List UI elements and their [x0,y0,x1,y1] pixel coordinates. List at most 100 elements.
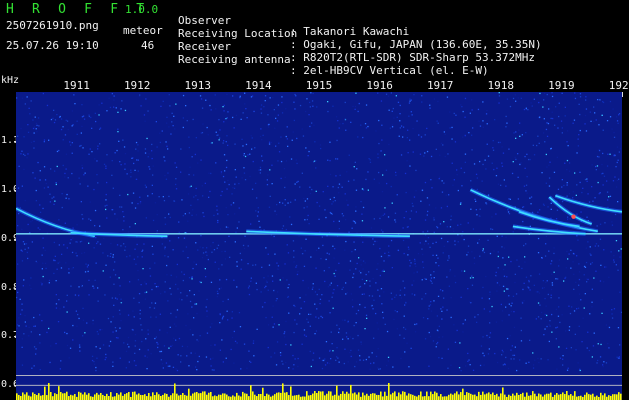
noise-pixel [95,346,97,348]
noise-pixel [347,321,349,323]
noise-pixel [487,239,489,241]
noise-pixel [324,358,326,360]
noise-pixel [402,280,404,282]
noise-pixel [22,285,24,287]
noise-pixel [43,166,46,168]
noise-pixel [329,312,331,314]
noise-pixel [252,342,255,344]
noise-pixel [608,347,610,349]
noise-pixel [455,114,457,116]
noise-pixel [277,291,279,293]
noise-pixel [217,219,219,222]
noise-pixel [352,276,354,279]
noise-pixel [454,240,456,242]
noise-pixel [489,294,491,296]
noise-pixel [240,259,243,261]
noise-pixel [312,352,315,354]
noise-pixel [305,335,307,337]
activity-bar [274,394,276,400]
noise-pixel [505,356,507,359]
noise-pixel [412,128,414,130]
noise-pixel [267,275,269,277]
noise-pixel [216,247,218,249]
noise-pixel [227,226,229,229]
noise-pixel [597,181,599,184]
noise-pixel [247,287,250,289]
noise-pixel [354,249,356,251]
noise-pixel [198,355,200,358]
noise-pixel [411,284,413,286]
app-version: 1.0.0 [125,3,159,16]
noise-pixel [600,343,602,346]
noise-pixel [245,143,248,146]
noise-pixel [210,281,213,283]
noise-pixel [136,159,138,161]
activity-bar [404,391,406,400]
noise-pixel [293,304,295,307]
activity-bar [106,393,108,400]
noise-pixel [365,314,368,316]
activity-bar [354,392,356,400]
noise-pixel [182,117,184,119]
noise-pixel [607,199,609,201]
activity-bar [574,391,576,400]
noise-pixel [565,330,567,332]
noise-pixel [123,220,125,222]
activity-bar [462,388,464,400]
noise-pixel [429,104,431,106]
noise-pixel [578,278,581,281]
noise-pixel [139,309,141,311]
noise-pixel [164,291,166,293]
noise-pixel [202,195,204,197]
noise-pixel [505,126,507,128]
noise-pixel [532,367,535,369]
noise-pixel [555,218,558,220]
noise-pixel [303,334,306,336]
activity-bar [126,393,128,400]
noise-pixel [69,242,71,244]
noise-pixel [533,364,535,366]
activity-bar [398,392,400,400]
noise-pixel [427,237,430,239]
noise-pixel [586,281,588,283]
activity-bar [548,393,550,400]
noise-pixel [410,347,412,349]
noise-pixel [449,127,451,129]
noise-pixel [525,243,527,245]
noise-pixel [391,124,393,126]
noise-pixel [325,258,327,261]
noise-pixel [105,199,107,201]
noise-pixel [360,264,362,266]
activity-bar [392,392,394,400]
noise-pixel [194,352,196,354]
noise-pixel [380,255,383,258]
noise-pixel [236,227,238,229]
noise-pixel [360,341,362,343]
noise-pixel [277,104,280,106]
noise-pixel [256,288,258,291]
noise-pixel [145,338,147,340]
activity-bar [342,391,344,400]
noise-pixel [430,274,432,276]
noise-pixel [52,117,54,120]
noise-pixel [430,179,432,181]
noise-pixel [96,357,98,359]
noise-pixel [598,149,601,152]
noise-pixel [297,271,299,273]
noise-pixel [114,327,117,329]
noise-pixel [152,219,155,222]
noise-pixel [467,245,470,247]
noise-pixel [363,293,365,295]
noise-pixel [395,95,397,97]
noise-pixel [133,297,135,299]
noise-pixel [223,140,225,142]
noise-pixel [355,268,357,270]
noise-pixel [127,336,130,339]
noise-pixel [137,159,139,161]
noise-pixel [259,226,261,228]
noise-pixel [517,198,519,200]
activity-bar [532,391,534,400]
noise-pixel [438,265,440,267]
activity-bar [272,395,274,400]
noise-pixel [342,319,344,321]
